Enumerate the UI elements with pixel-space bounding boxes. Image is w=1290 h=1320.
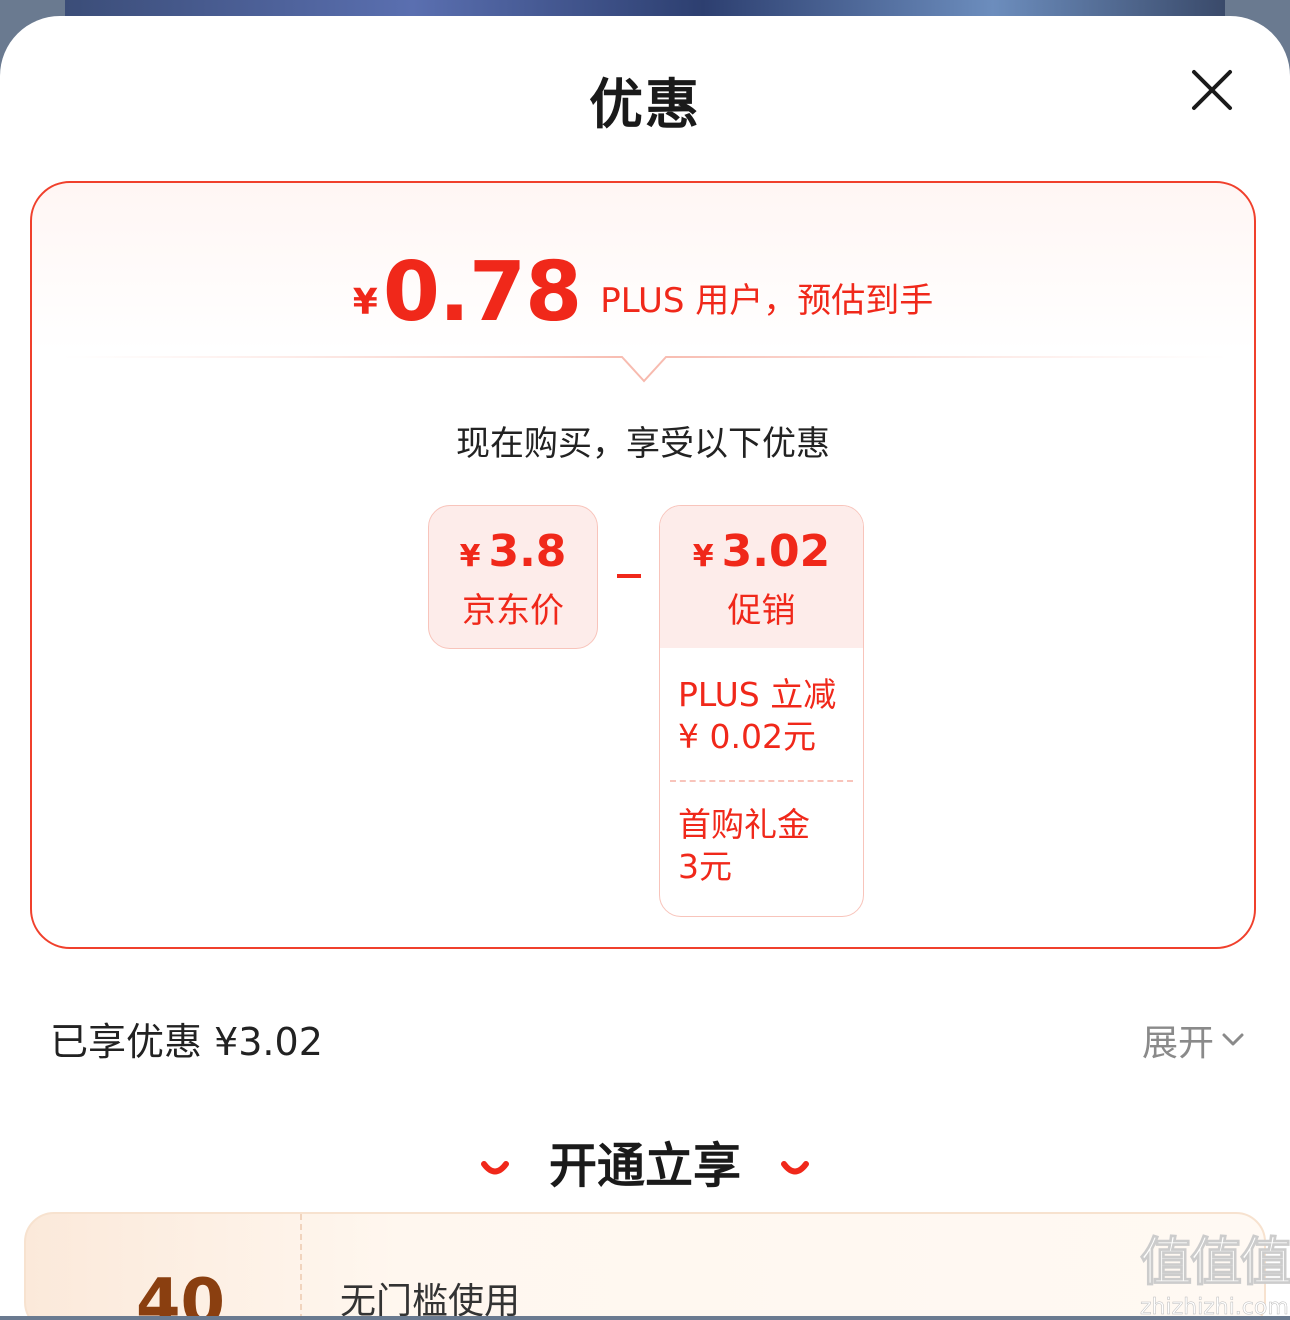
sheet-title: 优惠 bbox=[589, 73, 701, 136]
discount-sheet: 优惠 ¥ 0.78 PLUS 用户，预估到手 现在购买，享受以下优惠 ¥ 3.8… bbox=[0, 16, 1290, 1316]
chevron-down-icon bbox=[1222, 1033, 1244, 1046]
promotion-item-title: PLUS 立减 bbox=[678, 675, 837, 714]
smile-decoration-icon bbox=[780, 1161, 809, 1175]
promotion-box: ¥3.02 促销 PLUS 立减 ¥ 0.02元 首购礼金 3元 bbox=[659, 505, 864, 917]
minus-operator bbox=[617, 574, 641, 578]
close-icon[interactable] bbox=[1188, 66, 1236, 114]
promotion-item-title: 首购礼金 bbox=[678, 805, 810, 844]
coupon-condition: 无门槛使用 bbox=[340, 1281, 521, 1316]
jd-price-value: ¥3.8 bbox=[429, 526, 597, 577]
watermark-logo: 值值值 bbox=[1140, 1233, 1290, 1294]
expand-label: 展开 bbox=[1142, 1023, 1215, 1064]
watermark: 值值值 zhizhizhi.com bbox=[1140, 1220, 1290, 1320]
jd-price-label: 京东价 bbox=[462, 591, 564, 631]
promotion-header: ¥3.02 促销 bbox=[660, 506, 863, 648]
promotion-label: 促销 bbox=[727, 591, 796, 631]
jd-price-box: ¥3.8 京东价 bbox=[428, 505, 598, 649]
currency-symbol: ¥ bbox=[459, 539, 481, 574]
estimated-price-value: 0.78 bbox=[382, 245, 582, 340]
promotion-item-plus: PLUS 立减 ¥ 0.02元 bbox=[660, 648, 863, 780]
promotion-item-amount: ¥ 0.02元 bbox=[678, 717, 816, 756]
currency-symbol: ¥ bbox=[692, 539, 714, 574]
coupon-separator bbox=[300, 1214, 302, 1316]
offer-subtitle: 现在购买，享受以下优惠 bbox=[456, 424, 830, 464]
expand-button[interactable]: 展开 bbox=[1142, 1014, 1246, 1066]
coupon-card[interactable]: 40 无门槛使用 bbox=[24, 1212, 1266, 1316]
price-summary-card: ¥ 0.78 PLUS 用户，预估到手 现在购买，享受以下优惠 ¥3.8 京东价 bbox=[30, 181, 1256, 949]
coupon-amount: 40 bbox=[136, 1266, 226, 1316]
section-title-text: 开通立享 bbox=[548, 1138, 741, 1194]
jd-price-number: 3.8 bbox=[488, 526, 567, 577]
promotion-item-amount: 3元 bbox=[678, 847, 732, 886]
savings-text: 已享优惠 ¥3.02 bbox=[50, 1020, 323, 1064]
promotion-item-gift: 首购礼金 3元 bbox=[660, 782, 863, 888]
notch-divider bbox=[62, 356, 1228, 383]
smile-decoration-icon bbox=[481, 1161, 510, 1175]
estimated-price: ¥ 0.78 PLUS 用户，预估到手 bbox=[32, 245, 1254, 340]
estimated-price-label: PLUS 用户，预估到手 bbox=[600, 281, 934, 321]
promotion-number: 3.02 bbox=[721, 526, 831, 577]
watermark-url: zhizhizhi.com bbox=[1140, 1295, 1289, 1320]
currency-symbol: ¥ bbox=[352, 282, 378, 323]
section-heading: 开通立享 bbox=[0, 1126, 1290, 1196]
promotion-value: ¥3.02 bbox=[660, 506, 863, 577]
